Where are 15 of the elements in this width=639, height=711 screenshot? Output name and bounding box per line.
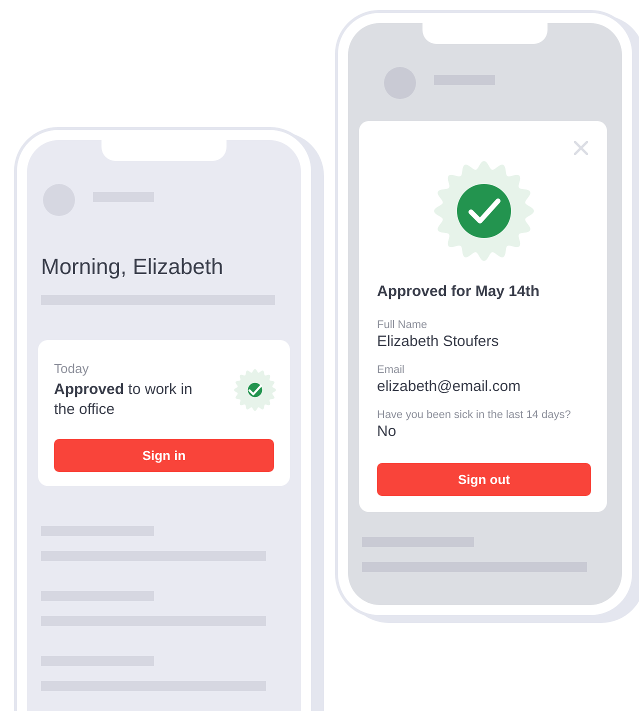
check-badge-icon: [434, 161, 534, 261]
status-message: Approved to work in the office: [54, 380, 194, 420]
field-label: Full Name: [377, 318, 428, 332]
check-badge-icon: [234, 369, 276, 411]
status-label: Today: [54, 360, 90, 377]
approval-title: Approved for May 14th: [377, 283, 541, 301]
field-value: elizabeth@email.com: [377, 377, 522, 396]
sign-in-button[interactable]: Sign in: [54, 439, 274, 472]
field-value: No: [377, 422, 398, 441]
close-icon[interactable]: [574, 141, 588, 155]
field-value: Elizabeth Stoufers: [377, 332, 500, 351]
field-label: Email: [377, 363, 406, 377]
sign-out-button[interactable]: Sign out: [377, 463, 591, 496]
field-label: Have you been sick in the last 14 days?: [377, 408, 572, 422]
greeting-heading: Morning, Elizabeth: [41, 253, 224, 281]
